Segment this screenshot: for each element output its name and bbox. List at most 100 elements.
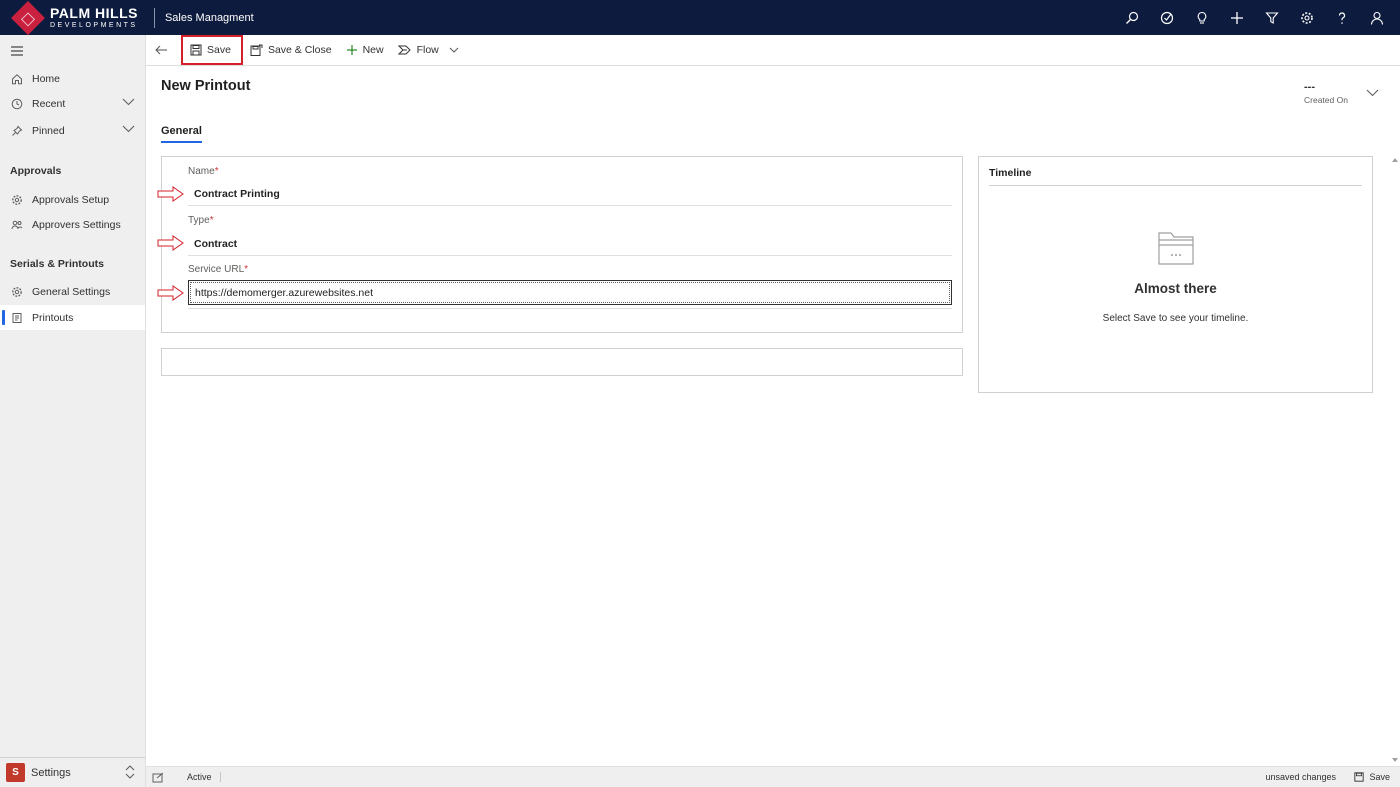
- record-status: Active: [187, 772, 221, 782]
- sidebar-item-printouts[interactable]: Printouts: [0, 305, 145, 330]
- search-icon[interactable]: [1114, 0, 1149, 35]
- service-url-label-text: Service URL: [188, 264, 245, 275]
- save-icon: [190, 44, 202, 56]
- new-button[interactable]: New: [339, 37, 391, 64]
- empty-section: [161, 348, 963, 376]
- type-field-value[interactable]: Contract: [188, 232, 952, 256]
- unsaved-changes-text: unsaved changes: [1265, 772, 1336, 782]
- sidebar-item-approvers-settings[interactable]: Approvers Settings: [0, 212, 145, 237]
- annotation-arrow-icon: [157, 285, 184, 301]
- chevron-down-icon[interactable]: [122, 124, 135, 136]
- created-on-value: ---: [1304, 81, 1315, 93]
- gear-icon: [10, 285, 24, 299]
- area-switcher[interactable]: S Settings: [0, 757, 145, 787]
- logo-main-text: PALM HILLS: [50, 5, 138, 21]
- sidebar: Home Recent Pinned Approvals Approvals S…: [0, 35, 146, 787]
- area-label: Settings: [31, 766, 71, 779]
- help-icon[interactable]: [1324, 0, 1359, 35]
- type-field-label: Type*: [188, 215, 214, 226]
- clock-icon: [10, 97, 24, 111]
- tab-general[interactable]: General: [161, 125, 202, 143]
- filter-icon[interactable]: [1254, 0, 1289, 35]
- required-marker: *: [209, 215, 214, 226]
- logo-sub-text: DEVELOPMENTS: [50, 22, 138, 29]
- app-name[interactable]: Sales Managment: [165, 12, 254, 24]
- vertical-scrollbar[interactable]: [1390, 156, 1400, 766]
- created-on-label: Created On: [1304, 95, 1348, 105]
- save-and-close-label: Save & Close: [267, 44, 332, 56]
- logo-text: PALM HILLS DEVELOPMENTS: [50, 6, 138, 29]
- top-icons: [1114, 0, 1394, 35]
- plus-icon[interactable]: [1219, 0, 1254, 35]
- timeline-divider: [989, 185, 1362, 186]
- sidebar-item-label: Approvals Setup: [32, 193, 110, 206]
- flow-button[interactable]: Flow: [391, 37, 466, 64]
- timeline-panel: Timeline Almost there Select Save to see…: [978, 156, 1373, 393]
- lightbulb-icon[interactable]: [1184, 0, 1219, 35]
- annotation-arrow-icon: [157, 235, 184, 251]
- task-icon[interactable]: [1149, 0, 1184, 35]
- sidebar-item-general-settings[interactable]: General Settings: [0, 279, 145, 304]
- app-separator: [153, 7, 155, 28]
- timeline-title: Timeline: [989, 167, 1032, 179]
- document-icon: [10, 311, 24, 325]
- people-icon: [10, 218, 24, 232]
- open-in-new-window-icon[interactable]: [152, 770, 166, 784]
- sidebar-item-label: Approvers Settings: [32, 218, 121, 231]
- timeline-empty-title: Almost there: [1134, 281, 1217, 296]
- sidebar-item-label: Pinned: [32, 124, 65, 137]
- section-title-approvals: Approvals: [10, 165, 62, 177]
- hamburger-menu-icon[interactable]: [10, 45, 26, 59]
- back-arrow-icon: [155, 45, 167, 55]
- general-section: Name* Contract Printing Type* Contract S…: [157, 156, 963, 333]
- header-field-created-on: --- Created On: [1304, 81, 1348, 105]
- flow-icon: [397, 45, 411, 55]
- area-badge: S: [6, 763, 25, 782]
- required-marker: *: [244, 264, 249, 275]
- sidebar-item-recent[interactable]: Recent: [0, 91, 145, 116]
- app-logo[interactable]: PALM HILLS DEVELOPMENTS: [0, 0, 138, 35]
- name-field-value[interactable]: Contract Printing: [188, 182, 952, 206]
- page-title: New Printout: [161, 78, 251, 94]
- timeline-empty-hint: Select Save to see your timeline.: [1102, 313, 1249, 324]
- service-url-input[interactable]: https://demomerger.azurewebsites.net: [188, 280, 952, 305]
- sidebar-item-label: General Settings: [32, 285, 111, 298]
- new-button-label: New: [362, 44, 384, 56]
- flow-button-label: Flow: [416, 44, 439, 56]
- name-field-label: Name*: [188, 166, 219, 177]
- name-label-text: Name: [188, 166, 215, 177]
- top-navigation-bar: PALM HILLS DEVELOPMENTS Sales Managment: [0, 0, 1400, 35]
- back-button[interactable]: [146, 37, 181, 64]
- gear-icon[interactable]: [1289, 0, 1324, 35]
- footer-save-button[interactable]: Save: [1354, 772, 1390, 782]
- save-close-icon: [250, 44, 263, 56]
- gear-icon: [10, 193, 24, 207]
- section-title-serials-printouts: Serials & Printouts: [10, 258, 104, 270]
- sidebar-item-approvals-setup[interactable]: Approvals Setup: [0, 187, 145, 212]
- service-url-field-label: Service URL*: [188, 264, 248, 275]
- expand-header-chevron-icon[interactable]: [1366, 88, 1379, 100]
- save-and-close-button[interactable]: Save & Close: [243, 37, 339, 64]
- pin-icon: [10, 124, 24, 138]
- chevron-down-icon[interactable]: [122, 97, 135, 109]
- status-footer: Active unsaved changes Save: [146, 766, 1400, 787]
- save-button[interactable]: Save: [181, 35, 243, 65]
- sidebar-item-pinned[interactable]: Pinned: [0, 118, 145, 143]
- annotation-arrow-icon: [157, 186, 184, 202]
- chevron-updown-icon: [125, 765, 135, 782]
- user-icon[interactable]: [1359, 0, 1394, 35]
- sidebar-item-label: Printouts: [32, 311, 74, 324]
- field-divider: [188, 308, 952, 309]
- form-main-area: New Printout --- Created On General Name…: [146, 66, 1400, 766]
- command-bar: Save Save & Close New Flow: [146, 35, 1400, 66]
- plus-icon: [346, 45, 357, 55]
- sidebar-item-home[interactable]: Home: [0, 66, 145, 91]
- empty-folder-icon: [1158, 232, 1194, 265]
- save-icon: [1354, 772, 1365, 782]
- home-icon: [10, 72, 24, 86]
- chevron-down-icon[interactable]: [449, 47, 459, 54]
- type-label-text: Type: [188, 215, 210, 226]
- logo-diamond-icon: [11, 0, 45, 35]
- save-button-label: Save: [207, 44, 231, 56]
- sidebar-item-label: Recent: [32, 97, 66, 110]
